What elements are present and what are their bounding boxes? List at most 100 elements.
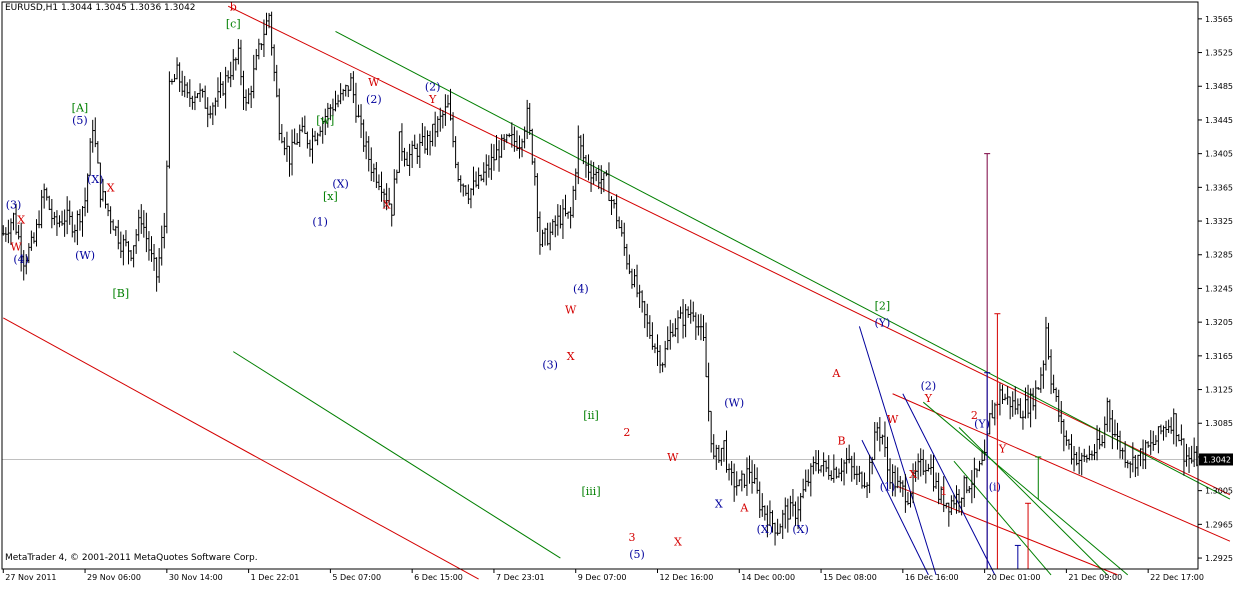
ohlc-bar (970, 470, 974, 504)
ohlc-bar (83, 187, 87, 217)
ohlc-bar (666, 326, 670, 351)
ohlc-bar (817, 450, 820, 474)
ohlc-bar (827, 455, 831, 480)
ohlc-bar (145, 212, 148, 253)
ohlc-bar (725, 430, 728, 473)
ohlc-bar (1180, 424, 1183, 446)
ohlc-bar (111, 219, 115, 231)
ohlc-bar (837, 468, 841, 478)
ohlc-bar (423, 126, 427, 154)
ohlc-bar (408, 143, 411, 176)
ohlc-bar (541, 229, 544, 247)
ohlc-bar (717, 444, 721, 464)
wave-label: X (909, 468, 917, 481)
ohlc-bar (173, 73, 176, 83)
ohlc-bar (507, 133, 511, 138)
ohlc-bar (934, 472, 938, 489)
ohlc-bar (237, 38, 240, 65)
ohlc-bar (520, 138, 524, 158)
ohlc-bar (883, 421, 887, 458)
ohlc-bar (339, 83, 342, 105)
y-tick-label: 1.3525 (1205, 49, 1233, 58)
ohlc-bar (359, 104, 363, 139)
trendline-blue (858, 326, 937, 576)
ohlc-bar (390, 203, 394, 227)
ohlc-bar (249, 85, 253, 109)
ohlc-bar (855, 465, 859, 485)
ohlc-bar (674, 318, 677, 337)
x-tick-label: 30 Nov 14:00 (169, 573, 223, 582)
ohlc-bar (124, 230, 128, 247)
ohlc-bar (53, 211, 56, 226)
ohlc-bar (336, 94, 340, 108)
ohlc-bar (349, 73, 353, 91)
ohlc-bar (574, 168, 578, 201)
ohlc-bar (582, 133, 585, 165)
ohlc-bar (63, 209, 66, 237)
ohlc-bar (208, 105, 212, 119)
ohlc-bar (1118, 430, 1122, 459)
ohlc-bar (758, 481, 762, 518)
ohlc-bar (1062, 419, 1066, 452)
ohlc-bar (944, 502, 948, 509)
ohlc-bar (858, 465, 861, 483)
ohlc-bar (564, 194, 567, 217)
ohlc-bar (1121, 447, 1124, 460)
ohlc-bar (58, 215, 61, 228)
ohlc-bar (1162, 425, 1165, 441)
ohlc-bar (1149, 430, 1153, 455)
ohlc-bar (615, 194, 618, 229)
ohlc-bar (191, 95, 194, 110)
ohlc-bar (155, 257, 158, 292)
ohlc-bar (1052, 374, 1055, 394)
ohlc-bar (275, 64, 279, 98)
ohlc-bar (216, 77, 220, 107)
ohlc-bar (863, 472, 866, 489)
ohlc-bar (745, 457, 749, 496)
ohlc-bar (311, 128, 314, 164)
wave-label: [ii] (583, 409, 599, 422)
ohlc-bar (927, 463, 930, 472)
ohlc-bar (492, 144, 496, 171)
current-price-label: 1.3042 (1203, 455, 1231, 464)
ohlc-bar (1182, 438, 1186, 476)
ohlc-bar (579, 135, 583, 159)
ohlc-bar (285, 131, 289, 162)
ohlc-bar (341, 88, 345, 101)
ohlc-bar (1021, 410, 1025, 430)
wave-label: Y (998, 443, 1007, 456)
ohlc-bar (536, 173, 539, 232)
ohlc-bar (681, 299, 685, 339)
ohlc-bar (446, 94, 450, 108)
ohlc-bar (139, 204, 143, 234)
ohlc-bar (398, 131, 401, 173)
ohlc-bar (791, 489, 795, 517)
ohlc-bar (587, 154, 590, 181)
ohlc-bar (244, 89, 248, 111)
ohlc-bar (454, 136, 457, 169)
ohlc-bar (70, 211, 74, 238)
chart-window[interactable]: b [c] [A] (5) (3) X W (4) (X) X (W) [B] (1) [w] (X) [x]… (0, 0, 1235, 585)
ohlc-bar (1008, 396, 1012, 420)
x-tick-label: 20 Dec 01:00 (987, 573, 1041, 582)
ohlc-bar (610, 196, 613, 215)
ohlc-bar (722, 440, 726, 462)
ohlc-bar (983, 439, 986, 461)
ohlc-bar (732, 463, 736, 502)
ohlc-bar (30, 230, 33, 251)
ohlc-bar (354, 82, 358, 123)
ohlc-bar (295, 133, 299, 145)
ohlc-bar (1167, 419, 1170, 434)
ohlc-bar (226, 70, 230, 83)
ohlc-bar (607, 162, 611, 202)
ohlc-bar (132, 245, 135, 268)
ohlc-bar (709, 410, 713, 453)
ohlc-bar (750, 460, 754, 494)
ohlc-bar (436, 116, 440, 138)
ohlc-bar (525, 99, 529, 140)
ohlc-bar (720, 447, 723, 466)
ohlc-bar (1116, 422, 1119, 450)
price-chart[interactable]: b[c][A](5)(3)XW(4)(X)X(W)[B](1)[w](X)[x]… (0, 0, 1235, 585)
ohlc-bar (1057, 389, 1061, 423)
ohlc-bar (1177, 434, 1181, 442)
